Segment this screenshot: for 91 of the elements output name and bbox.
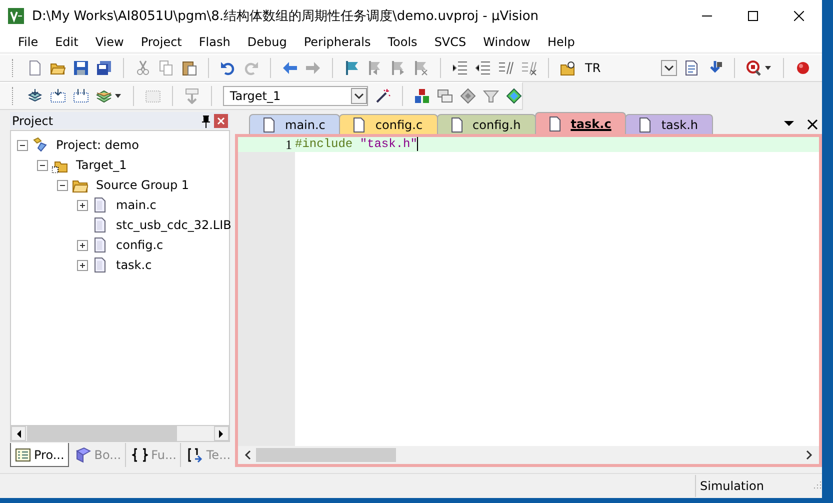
find-text: TR xyxy=(585,61,601,75)
status-text: Simulation xyxy=(695,475,810,497)
menu-item[interactable]: Debug xyxy=(238,35,295,49)
template-icon xyxy=(187,447,204,463)
find-folder-icon[interactable] xyxy=(560,60,576,76)
unindent-icon[interactable] xyxy=(475,60,491,76)
bookmark-next-icon[interactable] xyxy=(390,60,406,76)
diamond-icon[interactable] xyxy=(460,88,476,104)
file-icon xyxy=(92,217,108,233)
file-tab[interactable]: main.c xyxy=(249,114,340,134)
magnifier-icon[interactable] xyxy=(746,60,762,76)
bookmark-clear-icon[interactable] xyxy=(413,60,429,76)
scroll-left-button[interactable] xyxy=(11,426,26,441)
menu-item[interactable]: Flash xyxy=(190,35,238,49)
clipboard-icon[interactable] xyxy=(181,60,197,76)
scrollbar-thumb[interactable] xyxy=(27,426,177,441)
expand-icon[interactable] xyxy=(77,240,88,250)
save-all-icon[interactable] xyxy=(96,60,112,76)
indent-icon[interactable] xyxy=(452,60,468,76)
bookmark-back-icon[interactable] xyxy=(367,60,383,76)
dropdown-icon xyxy=(351,88,368,104)
close-icon[interactable] xyxy=(807,119,818,130)
scroll-right-button[interactable] xyxy=(214,426,229,441)
window-title: D:\My Works\AI8051U\pgm\8.结构体数组的周期性任务调度\demo.uvproj - µVision xyxy=(32,8,540,25)
file-tab[interactable]: config.h xyxy=(436,114,536,134)
tree-item[interactable]: main.c xyxy=(116,198,156,212)
menu-item[interactable]: Window xyxy=(474,35,538,49)
panel-tab[interactable]: Pro... xyxy=(10,443,70,467)
menu-item[interactable]: Help xyxy=(538,35,583,49)
project-icon xyxy=(32,137,48,153)
chip-icon[interactable] xyxy=(506,88,522,104)
code-keyword: #include xyxy=(295,137,353,152)
expand-icon[interactable] xyxy=(77,200,88,210)
menu-item[interactable]: SVCS xyxy=(425,35,474,49)
collapse-icon[interactable] xyxy=(37,160,48,170)
collapse-icon[interactable] xyxy=(17,140,28,150)
scissors-icon[interactable] xyxy=(135,60,151,76)
menu-item[interactable]: Edit xyxy=(46,35,86,49)
dotted-box-icon[interactable] xyxy=(50,88,66,104)
close-button[interactable] xyxy=(214,114,228,128)
tree-item[interactable]: Target_1 xyxy=(76,158,127,172)
double-dotted-box-icon[interactable] xyxy=(72,88,89,104)
file-tab[interactable]: task.c xyxy=(534,112,626,134)
maximize-icon xyxy=(748,11,758,21)
tree-item[interactable]: task.c xyxy=(116,258,152,272)
tree-item[interactable]: config.c xyxy=(116,238,164,252)
menu-item[interactable]: View xyxy=(86,35,132,49)
undo-icon[interactable] xyxy=(220,60,236,76)
file-tab[interactable]: config.c xyxy=(339,114,438,134)
file-icon xyxy=(92,237,108,253)
dropdown-icon[interactable] xyxy=(661,60,677,76)
caret-icon[interactable] xyxy=(764,64,772,72)
collapse-icon[interactable] xyxy=(57,180,68,190)
close-icon xyxy=(217,116,225,124)
document-icon[interactable] xyxy=(684,60,700,76)
menu-item[interactable]: Tools xyxy=(378,35,426,49)
funnel-icon[interactable] xyxy=(483,88,500,104)
app-icon xyxy=(8,8,24,24)
menu-item[interactable]: Peripherals xyxy=(294,35,379,49)
back-arrow-icon[interactable] xyxy=(282,60,298,76)
uncomment-icon[interactable] xyxy=(521,60,537,76)
caret-icon[interactable] xyxy=(114,92,122,100)
comment-icon[interactable] xyxy=(498,60,514,76)
tree-item[interactable]: Project: demo xyxy=(56,138,139,152)
tree-item[interactable]: stc_usb_cdc_32.LIB xyxy=(116,218,232,232)
new-file-icon[interactable] xyxy=(27,60,43,76)
menu-item[interactable]: File xyxy=(9,35,46,49)
file-icon xyxy=(92,257,108,273)
file-icon xyxy=(92,197,108,213)
target-dropdown[interactable]: Target_1 xyxy=(222,86,368,106)
flag-icon[interactable] xyxy=(344,60,360,76)
expand-icon[interactable] xyxy=(77,260,88,270)
blocks-icon[interactable] xyxy=(414,88,430,104)
save-icon[interactable] xyxy=(73,60,89,76)
menu-item[interactable]: Project xyxy=(132,35,190,49)
windows-icon[interactable] xyxy=(437,88,454,104)
tree-item[interactable]: Source Group 1 xyxy=(96,178,190,192)
panel-title: Project xyxy=(12,114,54,128)
stack-icon[interactable] xyxy=(26,88,43,104)
list-icon xyxy=(15,446,31,462)
braces-icon xyxy=(132,447,148,463)
layers-icon[interactable] xyxy=(96,88,112,104)
book-icon xyxy=(75,447,92,463)
close-icon xyxy=(794,11,804,21)
file-tab[interactable]: task.h xyxy=(625,114,714,134)
file-icon xyxy=(548,116,561,132)
line-number: 1 xyxy=(238,137,295,152)
wand-icon[interactable] xyxy=(375,88,392,104)
scrollbar-thumb[interactable] xyxy=(256,448,396,462)
breakpoint-icon[interactable] xyxy=(795,60,811,76)
code-string: "task.h" xyxy=(360,137,418,152)
